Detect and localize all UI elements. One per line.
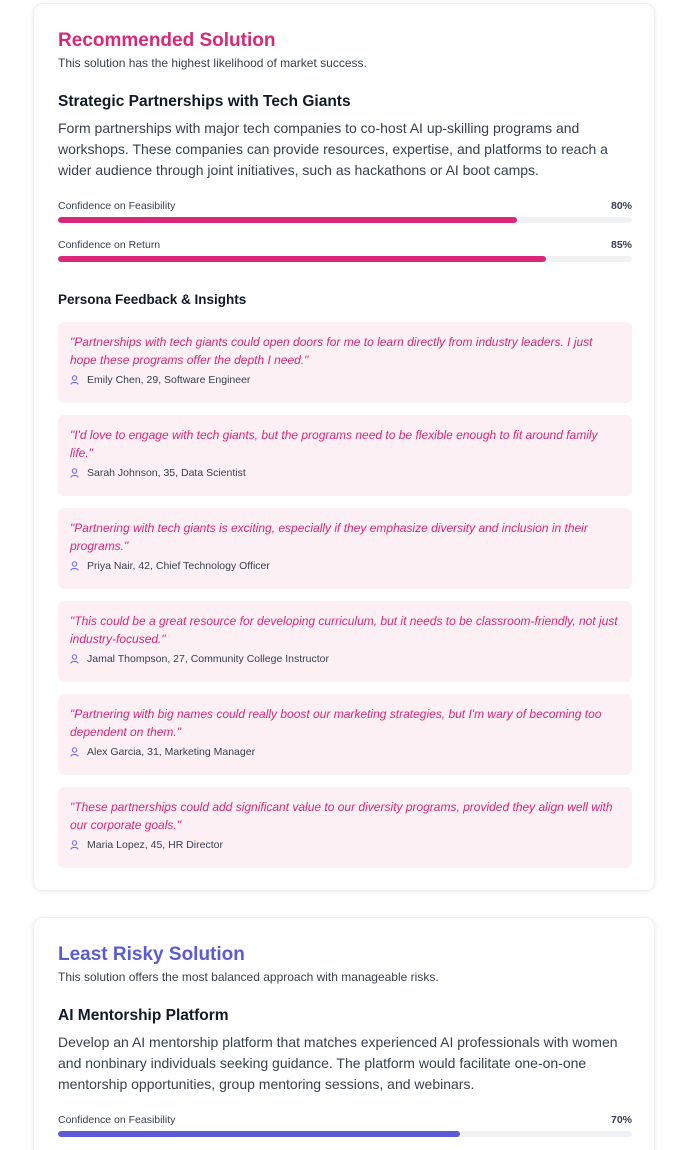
- persona-line: Alex Garcia, 31, Marketing Manager: [70, 746, 620, 758]
- metric-label: Confidence on Feasibility: [58, 1114, 176, 1126]
- least-risky-subheading: This solution offers the most balanced a…: [58, 970, 439, 984]
- persona-name: Sarah Johnson, 35, Data Scientist: [87, 467, 246, 479]
- metric-feasibility: Confidence on Feasibility 70%: [58, 1114, 632, 1137]
- persona-line: Jamal Thompson, 27, Community College In…: [70, 653, 620, 665]
- progress-track: [58, 217, 632, 223]
- persona-name: Maria Lopez, 45, HR Director: [87, 839, 223, 851]
- solution-description: Form partnerships with major tech compan…: [58, 120, 608, 178]
- metric-value: 85%: [610, 239, 632, 251]
- persona-line: Sarah Johnson, 35, Data Scientist: [70, 467, 620, 479]
- least-risky-heading: Least Risky Solution: [58, 944, 245, 965]
- metric-label: Confidence on Return: [58, 239, 161, 251]
- feedback-quote: "These partnerships could add significan…: [70, 800, 613, 832]
- progress-fill: [58, 1131, 460, 1137]
- solution-title: AI Mentorship Platform: [58, 1007, 229, 1024]
- feedback-quote: "Partnering with tech giants is exciting…: [70, 521, 588, 553]
- progress-track: [58, 256, 632, 262]
- feedback-item: "This could be a great resource for deve…: [58, 601, 632, 682]
- progress-fill: [58, 217, 518, 223]
- recommended-heading: Recommended Solution: [58, 30, 276, 51]
- recommended-subheading: This solution has the highest likelihood…: [58, 56, 367, 70]
- persona-name: Emily Chen, 29, Software Engineer: [87, 374, 251, 386]
- person-icon: [70, 654, 79, 664]
- metric-value: 80%: [610, 200, 632, 212]
- feedback-quote: "This could be a great resource for deve…: [70, 614, 618, 646]
- metric-feasibility: Confidence on Feasibility 80%: [58, 200, 632, 223]
- feedback-quote: "I'd love to engage with tech giants, bu…: [70, 428, 598, 460]
- metric-value: 70%: [610, 1114, 632, 1126]
- feedback-item: "Partnering with big names could really …: [58, 694, 632, 775]
- persona-name: Jamal Thompson, 27, Community College In…: [87, 653, 329, 665]
- persona-line: Maria Lopez, 45, HR Director: [70, 839, 620, 851]
- feedback-item: "Partnering with tech giants is exciting…: [58, 508, 632, 589]
- feedback-item: "Partnerships with tech giants could ope…: [58, 322, 632, 403]
- persona-line: Priya Nair, 42, Chief Technology Officer: [70, 560, 620, 572]
- solution-title: Strategic Partnerships with Tech Giants: [58, 93, 351, 110]
- progress-fill: [58, 256, 546, 262]
- recommended-solution-card: Recommended Solution This solution has t…: [33, 3, 655, 891]
- progress-track: [58, 1131, 632, 1137]
- metric-return: Confidence on Return 85%: [58, 239, 632, 262]
- person-icon: [70, 747, 79, 757]
- persona-line: Emily Chen, 29, Software Engineer: [70, 374, 620, 386]
- person-icon: [70, 375, 79, 385]
- person-icon: [70, 468, 79, 478]
- metric-label: Confidence on Feasibility: [58, 200, 176, 212]
- solution-description: Develop an AI mentorship platform that m…: [58, 1034, 618, 1092]
- feedback-item: "I'd love to engage with tech giants, bu…: [58, 415, 632, 496]
- feedback-item: "These partnerships could add significan…: [58, 787, 632, 868]
- least-risky-solution-card: Least Risky Solution This solution offer…: [33, 917, 655, 1150]
- feedback-quote: "Partnerships with tech giants could ope…: [70, 335, 593, 367]
- persona-name: Priya Nair, 42, Chief Technology Officer: [87, 560, 270, 572]
- person-icon: [70, 561, 79, 571]
- feedback-quote: "Partnering with big names could really …: [70, 707, 602, 739]
- persona-name: Alex Garcia, 31, Marketing Manager: [87, 746, 256, 758]
- person-icon: [70, 840, 79, 850]
- feedback-section-title: Persona Feedback & Insights: [58, 292, 247, 307]
